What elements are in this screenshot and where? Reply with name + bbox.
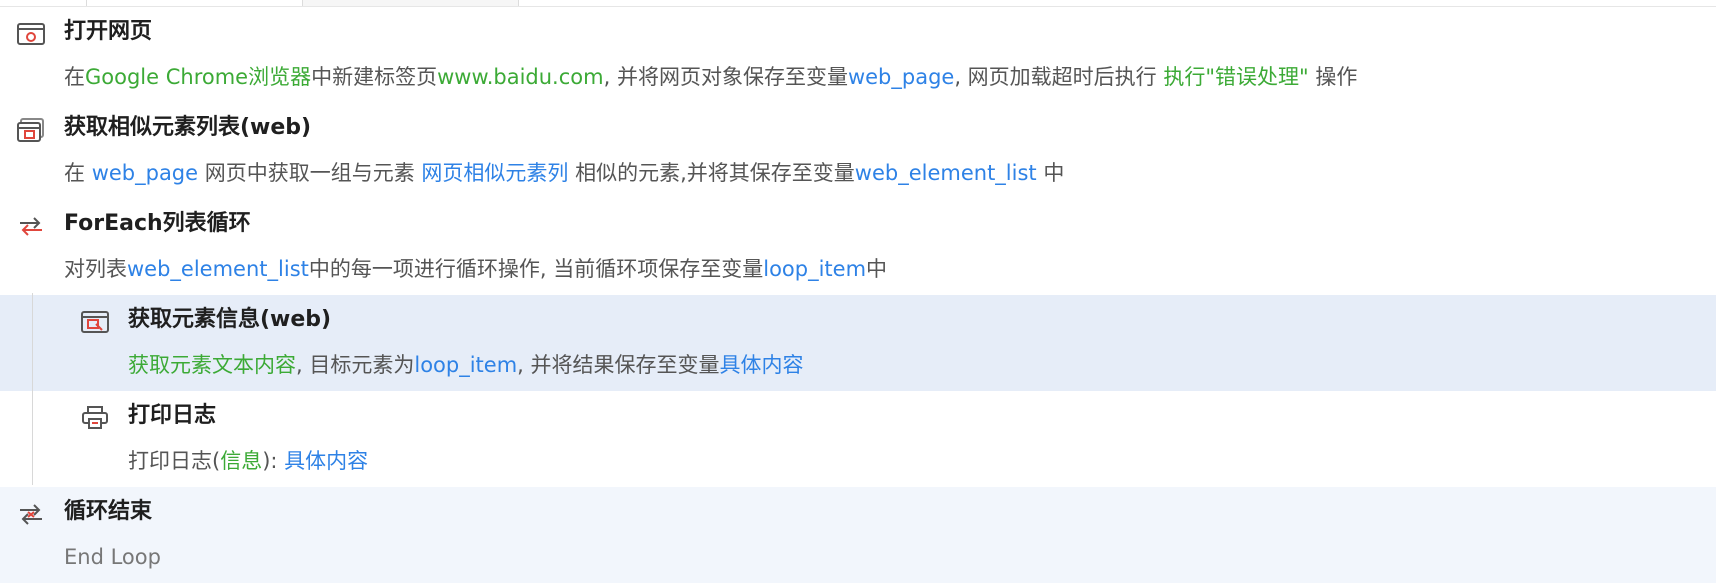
- element-list-icon: [17, 118, 44, 142]
- step-title: ForEach列表循环: [64, 211, 251, 236]
- step-title: 获取相似元素列表(web): [64, 115, 312, 140]
- step-loop-end[interactable]: 循环结束 End Loop: [0, 487, 1716, 583]
- browser-window-icon: [17, 23, 45, 45]
- tab-strip: [0, 0, 1716, 7]
- step-title: 获取元素信息(web): [128, 307, 332, 332]
- step-foreach-loop[interactable]: ForEach列表循环 对列表web_element_list中的每一项进行循环…: [0, 199, 1716, 295]
- loop-icon: [20, 217, 42, 236]
- step-title: 循环结束: [64, 499, 153, 524]
- element-info-icon: [81, 311, 109, 333]
- loop-end-icon: [20, 504, 42, 525]
- step-description: 在 web_page 网页中获取一组与元素 网页相似元素列 相似的元素,并将其保…: [64, 161, 1065, 185]
- step-description: End Loop: [64, 545, 161, 569]
- step-print-log[interactable]: 打印日志 打印日志(信息): 具体内容: [0, 391, 1716, 487]
- step-description: 打印日志(信息): 具体内容: [128, 449, 369, 473]
- tab-inactive[interactable]: [302, 0, 519, 6]
- step-description: 在Google Chrome浏览器中新建标签页www.baidu.com, 并将…: [64, 65, 1358, 89]
- tab-active[interactable]: [86, 0, 304, 6]
- step-get-element-info[interactable]: 获取元素信息(web) 获取元素文本内容, 目标元素为loop_item, 并将…: [0, 295, 1716, 391]
- step-description: 获取元素文本内容, 目标元素为loop_item, 并将结果保存至变量具体内容: [128, 353, 804, 377]
- flow-step-list: 打开网页 在Google Chrome浏览器中新建标签页www.baidu.co…: [0, 7, 1716, 583]
- step-description: 对列表web_element_list中的每一项进行循环操作, 当前循环项保存至…: [64, 257, 888, 281]
- step-get-similar-elements[interactable]: 获取相似元素列表(web) 在 web_page 网页中获取一组与元素 网页相似…: [0, 103, 1716, 199]
- printer-icon: [82, 406, 108, 429]
- step-title: 打印日志: [128, 403, 217, 428]
- step-title: 打开网页: [64, 19, 153, 44]
- loop-body-guide-line: [32, 293, 33, 485]
- step-open-webpage[interactable]: 打开网页 在Google Chrome浏览器中新建标签页www.baidu.co…: [0, 7, 1716, 103]
